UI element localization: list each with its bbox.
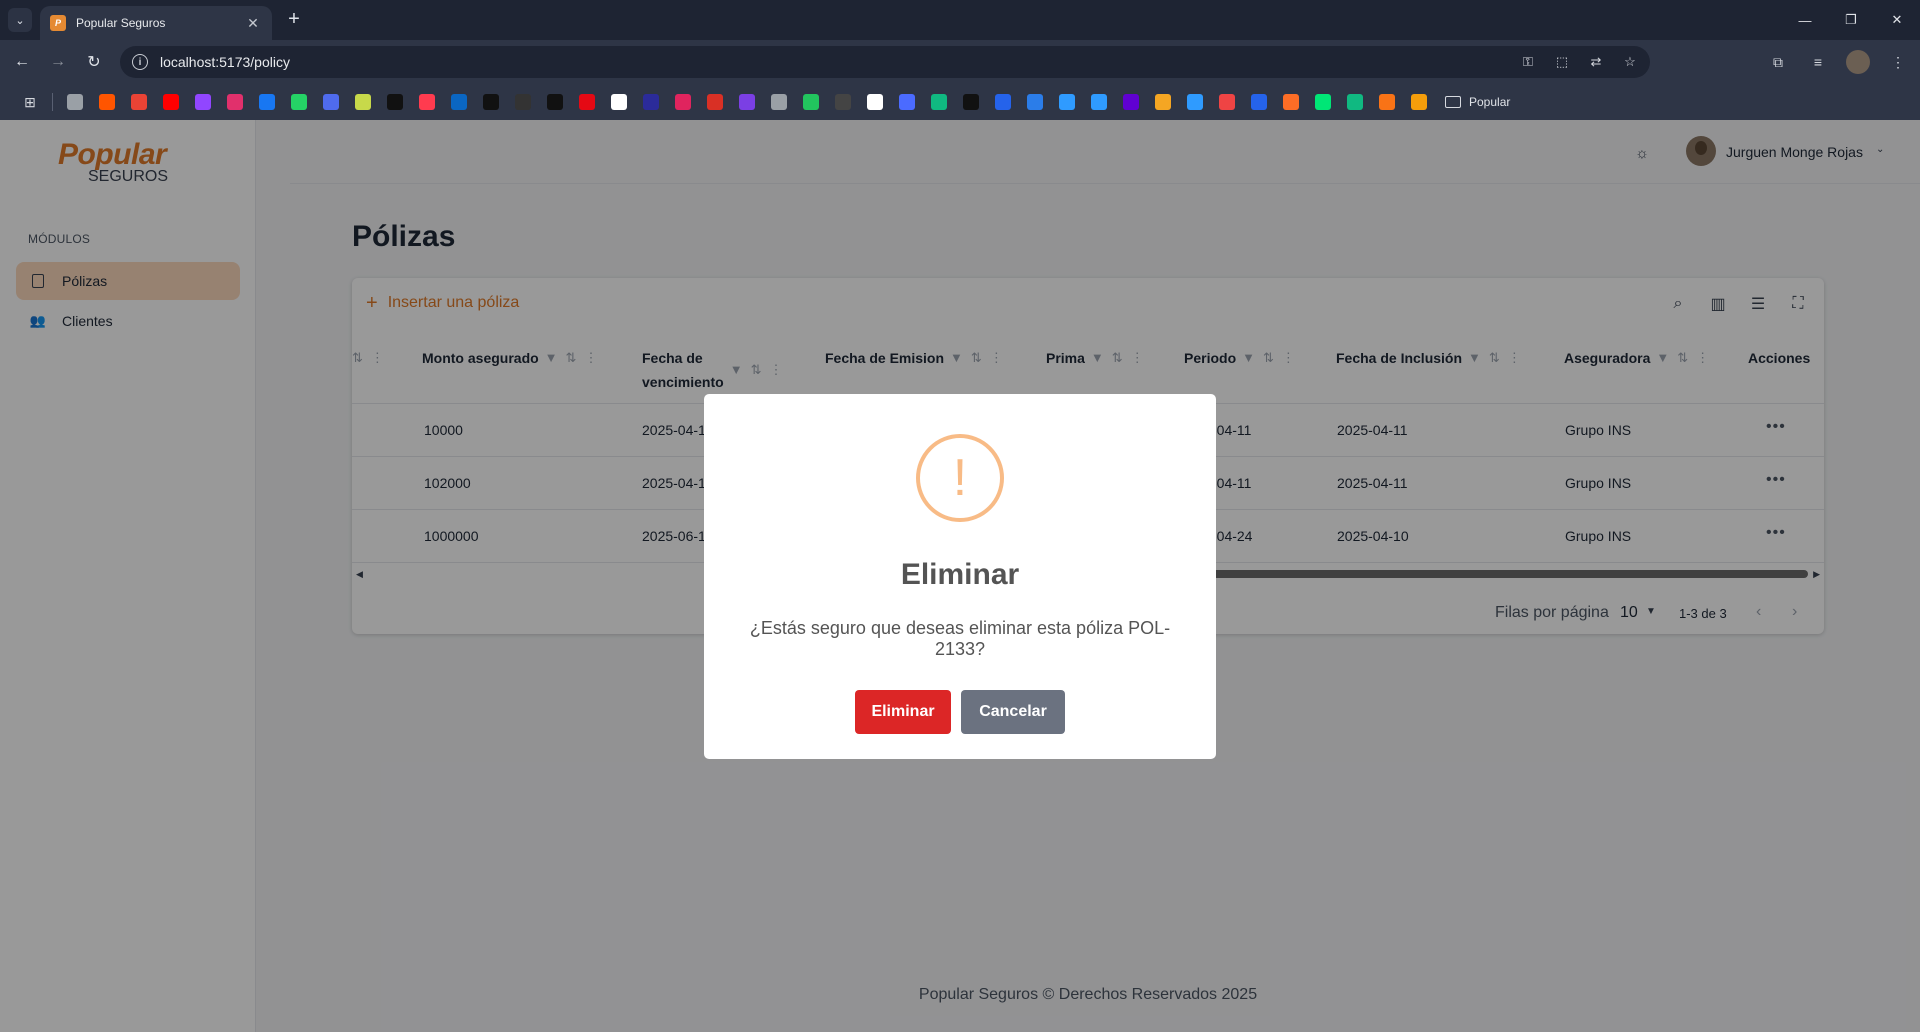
bookmark-favicon-icon[interactable] (1083, 88, 1115, 116)
tab-title: Popular Seguros (76, 16, 166, 30)
window-controls: — ❐ ✕ (1782, 0, 1920, 40)
extensions-icon[interactable]: ⧉ (1766, 50, 1790, 74)
bookmark-favicon-icon[interactable] (123, 88, 155, 116)
browser-tab[interactable]: P Popular Seguros ✕ (40, 6, 272, 40)
bookmark-favicon-icon[interactable] (251, 88, 283, 116)
bookmark-favicon-icon[interactable] (1403, 88, 1435, 116)
password-key-icon[interactable]: ⚿ (1518, 52, 1538, 72)
tab-close-icon[interactable]: ✕ (244, 15, 262, 32)
new-tab-button[interactable]: + (282, 8, 306, 32)
delete-confirmation-dialog: ! Eliminar ¿Estás seguro que deseas elim… (704, 394, 1216, 759)
media-controls-icon[interactable]: ≡ (1806, 50, 1830, 74)
bookmark-favicon-icon[interactable] (1147, 88, 1179, 116)
bookmark-favicon-icon[interactable] (315, 88, 347, 116)
browser-tabbar: ⌄ P Popular Seguros ✕ + — ❐ ✕ (0, 0, 1920, 40)
apps-grid-icon[interactable]: ⊞ (14, 88, 46, 116)
bookmark-favicon-icon[interactable] (571, 88, 603, 116)
bookmark-folder[interactable]: Popular (1445, 95, 1510, 109)
address-bar[interactable]: i localhost:5173/policy ⚿ ⬚ ⇄ ☆ (120, 46, 1650, 78)
menu-kebab-icon[interactable]: ⋮ (1886, 50, 1910, 74)
forward-icon[interactable]: → (46, 50, 70, 74)
bookmark-favicon-icon[interactable] (859, 88, 891, 116)
confirm-delete-button[interactable]: Eliminar (855, 690, 951, 734)
bookmark-favicon-icon[interactable] (987, 88, 1019, 116)
bookmark-favicon-icon[interactable] (1179, 88, 1211, 116)
bookmark-favicon-icon[interactable] (539, 88, 571, 116)
bookmark-favicon-icon[interactable] (1019, 88, 1051, 116)
bookmark-favicon-icon[interactable] (283, 88, 315, 116)
omnibox-actions: ⚿ ⬚ ⇄ ☆ (1518, 52, 1640, 72)
dialog-message: ¿Estás seguro que deseas eliminar esta p… (749, 618, 1171, 659)
bookmark-folder-label: Popular (1469, 95, 1511, 109)
url-text[interactable]: localhost:5173/policy (160, 54, 290, 70)
bookmark-star-icon[interactable]: ☆ (1620, 52, 1640, 72)
profile-avatar-icon[interactable] (1846, 50, 1870, 74)
bookmark-favicon-icon[interactable] (219, 88, 251, 116)
toolbar-actions: ⧉ ≡ ⋮ (1766, 50, 1910, 74)
bookmark-favicon-icon[interactable] (763, 88, 795, 116)
close-window-icon[interactable]: ✕ (1874, 0, 1920, 40)
bookmark-favicon-icon[interactable] (1371, 88, 1403, 116)
browser-toolbar: ← → ↻ i localhost:5173/policy ⚿ ⬚ ⇄ ☆ ⧉ … (0, 40, 1920, 84)
back-icon[interactable]: ← (10, 50, 34, 74)
restore-icon[interactable]: ❐ (1828, 0, 1874, 40)
bookmark-favicon-icon[interactable] (699, 88, 731, 116)
bookmark-favicon-icon[interactable] (827, 88, 859, 116)
bookmark-favicon-icon[interactable] (795, 88, 827, 116)
dialog-title: Eliminar (900, 558, 1020, 591)
bookmark-favicon-icon[interactable] (1211, 88, 1243, 116)
bookmark-favicon-icon[interactable] (667, 88, 699, 116)
bookmarks-bar: ⊞ Popular (0, 84, 1920, 120)
bookmarks-divider (52, 93, 53, 111)
bookmark-icons (59, 88, 1435, 116)
bookmark-favicon-icon[interactable] (347, 88, 379, 116)
cancel-button[interactable]: Cancelar (961, 690, 1065, 734)
bookmark-favicon-icon[interactable] (379, 88, 411, 116)
bookmark-favicon-icon[interactable] (1115, 88, 1147, 116)
bookmark-favicon-icon[interactable] (1243, 88, 1275, 116)
bookmark-favicon-icon[interactable] (955, 88, 987, 116)
bookmark-favicon-icon[interactable] (91, 88, 123, 116)
translate-icon[interactable]: ⇄ (1586, 52, 1606, 72)
tab-search-button[interactable]: ⌄ (8, 8, 32, 32)
dialog-actions: Eliminar Cancelar (704, 690, 1216, 734)
bookmark-favicon-icon[interactable] (411, 88, 443, 116)
minimize-icon[interactable]: — (1782, 0, 1828, 40)
bookmark-favicon-icon[interactable] (1339, 88, 1371, 116)
bookmark-favicon-icon[interactable] (1275, 88, 1307, 116)
bookmark-favicon-icon[interactable] (1307, 88, 1339, 116)
warning-icon: ! (916, 434, 1004, 522)
bookmark-favicon-icon[interactable] (155, 88, 187, 116)
bookmark-favicon-icon[interactable] (603, 88, 635, 116)
bookmark-favicon-icon[interactable] (59, 88, 91, 116)
bookmark-favicon-icon[interactable] (475, 88, 507, 116)
bookmark-favicon-icon[interactable] (1051, 88, 1083, 116)
bookmark-favicon-icon[interactable] (187, 88, 219, 116)
bookmark-favicon-icon[interactable] (891, 88, 923, 116)
bookmark-favicon-icon[interactable] (731, 88, 763, 116)
bookmark-favicon-icon[interactable] (507, 88, 539, 116)
bookmark-favicon-icon[interactable] (635, 88, 667, 116)
site-info-icon[interactable]: i (132, 54, 148, 70)
tab-favicon-icon: P (50, 15, 66, 31)
folder-icon (1445, 96, 1461, 108)
bookmark-favicon-icon[interactable] (443, 88, 475, 116)
install-app-icon[interactable]: ⬚ (1552, 52, 1572, 72)
reload-icon[interactable]: ↻ (82, 50, 106, 74)
bookmark-favicon-icon[interactable] (923, 88, 955, 116)
